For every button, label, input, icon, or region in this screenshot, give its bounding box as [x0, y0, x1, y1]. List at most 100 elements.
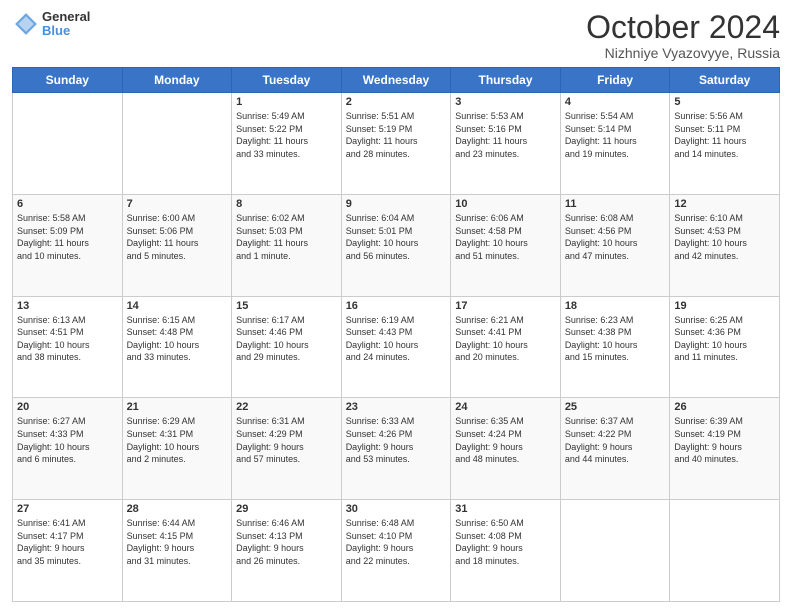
day-number: 15	[236, 300, 337, 312]
day-info: Sunrise: 6:50 AM Sunset: 4:08 PM Dayligh…	[455, 517, 556, 567]
calendar-cell: 8Sunrise: 6:02 AM Sunset: 5:03 PM Daylig…	[232, 194, 342, 296]
day-number: 22	[236, 401, 337, 413]
day-number: 1	[236, 96, 337, 108]
day-number: 20	[17, 401, 118, 413]
day-info: Sunrise: 6:35 AM Sunset: 4:24 PM Dayligh…	[455, 415, 556, 465]
day-number: 13	[17, 300, 118, 312]
calendar-cell: 7 Sunrise: 6:00 AM Sunset: 5:06 PM Daylig…	[122, 194, 232, 296]
day-info: Sunrise: 6:41 AM Sunset: 4:17 PM Dayligh…	[17, 517, 118, 567]
calendar-cell: 29 Sunrise: 6:46 AM Sunset: 4:13 PM Dayli…	[232, 500, 342, 602]
calendar-cell: 25Sunrise: 6:37 AM Sunset: 4:22 PM Dayli…	[560, 398, 670, 500]
calendar-week-1: 1 Sunrise: 5:49 AM Sunset: 5:22 PM Daylig…	[13, 93, 780, 195]
day-number: 31	[455, 503, 556, 515]
day-info: Sunrise: 6:46 AM Sunset: 4:13 PM Dayligh…	[236, 517, 337, 567]
day-info: Sunrise: 6:31 AM Sunset: 4:29 PM Dayligh…	[236, 415, 337, 465]
day-number: 30	[346, 503, 447, 515]
calendar-cell: 4Sunrise: 5:54 AM Sunset: 5:14 PM Daylig…	[560, 93, 670, 195]
day-info: Sunrise: 6:13 AM Sunset: 4:51 PM Dayligh…	[17, 314, 118, 364]
calendar-cell: 27 Sunrise: 6:41 AM Sunset: 4:17 PM Dayli…	[13, 500, 123, 602]
calendar-cell: 13 Sunrise: 6:13 AM Sunset: 4:51 PM Dayli…	[13, 296, 123, 398]
calendar-cell: 9Sunrise: 6:04 AM Sunset: 5:01 PM Daylig…	[341, 194, 451, 296]
calendar-cell: 23Sunrise: 6:33 AM Sunset: 4:26 PM Dayli…	[341, 398, 451, 500]
day-number: 16	[346, 300, 447, 312]
calendar-cell: 10 Sunrise: 6:06 AM Sunset: 4:58 PM Dayli…	[451, 194, 561, 296]
day-number: 29	[236, 503, 337, 515]
day-info: Sunrise: 6:21 AM Sunset: 4:41 PM Dayligh…	[455, 314, 556, 364]
day-info: Sunrise: 6:06 AM Sunset: 4:58 PM Dayligh…	[455, 212, 556, 262]
calendar-cell: 26 Sunrise: 6:39 AM Sunset: 4:19 PM Dayli…	[670, 398, 780, 500]
day-number: 11	[565, 198, 666, 210]
calendar-cell: 17 Sunrise: 6:21 AM Sunset: 4:41 PM Dayli…	[451, 296, 561, 398]
day-info: Sunrise: 6:19 AM Sunset: 4:43 PM Dayligh…	[346, 314, 447, 364]
day-number: 23	[346, 401, 447, 413]
weekday-header-tuesday: Tuesday	[232, 68, 342, 93]
day-number: 7	[127, 198, 228, 210]
calendar-cell: 18Sunrise: 6:23 AM Sunset: 4:38 PM Dayli…	[560, 296, 670, 398]
calendar-cell: 1 Sunrise: 5:49 AM Sunset: 5:22 PM Daylig…	[232, 93, 342, 195]
day-info: Sunrise: 5:58 AM Sunset: 5:09 PM Dayligh…	[17, 212, 118, 262]
logo-text: General Blue	[42, 10, 90, 39]
day-info: Sunrise: 5:49 AM Sunset: 5:22 PM Dayligh…	[236, 110, 337, 160]
calendar-cell: 31 Sunrise: 6:50 AM Sunset: 4:08 PM Dayli…	[451, 500, 561, 602]
day-info: Sunrise: 6:23 AM Sunset: 4:38 PM Dayligh…	[565, 314, 666, 364]
subtitle: Nizhniye Vyazovyye, Russia	[586, 45, 780, 61]
calendar-cell: 12 Sunrise: 6:10 AM Sunset: 4:53 PM Dayli…	[670, 194, 780, 296]
calendar-cell: 30 Sunrise: 6:48 AM Sunset: 4:10 PM Dayli…	[341, 500, 451, 602]
day-info: Sunrise: 6:44 AM Sunset: 4:15 PM Dayligh…	[127, 517, 228, 567]
calendar-cell: 2 Sunrise: 5:51 AM Sunset: 5:19 PM Daylig…	[341, 93, 451, 195]
day-info: Sunrise: 6:04 AM Sunset: 5:01 PM Dayligh…	[346, 212, 447, 262]
weekday-header-sunday: Sunday	[13, 68, 123, 93]
day-info: Sunrise: 5:56 AM Sunset: 5:11 PM Dayligh…	[674, 110, 775, 160]
day-info: Sunrise: 6:25 AM Sunset: 4:36 PM Dayligh…	[674, 314, 775, 364]
calendar-cell: 19 Sunrise: 6:25 AM Sunset: 4:36 PM Dayli…	[670, 296, 780, 398]
calendar-cell: 6 Sunrise: 5:58 AM Sunset: 5:09 PM Daylig…	[13, 194, 123, 296]
day-number: 26	[674, 401, 775, 413]
weekday-header-thursday: Thursday	[451, 68, 561, 93]
calendar-cell: 5Sunrise: 5:56 AM Sunset: 5:11 PM Daylig…	[670, 93, 780, 195]
day-info: Sunrise: 6:48 AM Sunset: 4:10 PM Dayligh…	[346, 517, 447, 567]
day-number: 17	[455, 300, 556, 312]
day-number: 27	[17, 503, 118, 515]
day-info: Sunrise: 6:17 AM Sunset: 4:46 PM Dayligh…	[236, 314, 337, 364]
day-number: 3	[455, 96, 556, 108]
day-number: 24	[455, 401, 556, 413]
page: General Blue October 2024 Nizhniye Vyazo…	[0, 0, 792, 612]
calendar-week-3: 13 Sunrise: 6:13 AM Sunset: 4:51 PM Dayli…	[13, 296, 780, 398]
calendar-cell: 22 Sunrise: 6:31 AM Sunset: 4:29 PM Dayli…	[232, 398, 342, 500]
header: General Blue October 2024 Nizhniye Vyazo…	[12, 10, 780, 61]
logo-line1: General	[42, 10, 90, 24]
day-info: Sunrise: 5:51 AM Sunset: 5:19 PM Dayligh…	[346, 110, 447, 160]
calendar-week-4: 20 Sunrise: 6:27 AM Sunset: 4:33 PM Dayli…	[13, 398, 780, 500]
weekday-header-row: SundayMondayTuesdayWednesdayThursdayFrid…	[13, 68, 780, 93]
day-number: 28	[127, 503, 228, 515]
day-number: 6	[17, 198, 118, 210]
calendar-week-5: 27 Sunrise: 6:41 AM Sunset: 4:17 PM Dayli…	[13, 500, 780, 602]
calendar-cell: 28 Sunrise: 6:44 AM Sunset: 4:15 PM Dayli…	[122, 500, 232, 602]
logo-icon	[12, 10, 40, 38]
day-info: Sunrise: 6:02 AM Sunset: 5:03 PM Dayligh…	[236, 212, 337, 262]
weekday-header-friday: Friday	[560, 68, 670, 93]
day-number: 10	[455, 198, 556, 210]
day-number: 2	[346, 96, 447, 108]
title-area: October 2024 Nizhniye Vyazovyye, Russia	[586, 10, 780, 61]
calendar-table: SundayMondayTuesdayWednesdayThursdayFrid…	[12, 67, 780, 602]
day-info: Sunrise: 6:10 AM Sunset: 4:53 PM Dayligh…	[674, 212, 775, 262]
day-number: 4	[565, 96, 666, 108]
weekday-header-monday: Monday	[122, 68, 232, 93]
calendar-cell: 11Sunrise: 6:08 AM Sunset: 4:56 PM Dayli…	[560, 194, 670, 296]
calendar-cell: 20 Sunrise: 6:27 AM Sunset: 4:33 PM Dayli…	[13, 398, 123, 500]
calendar-cell	[670, 500, 780, 602]
day-info: Sunrise: 6:39 AM Sunset: 4:19 PM Dayligh…	[674, 415, 775, 465]
day-number: 21	[127, 401, 228, 413]
calendar-cell: 14Sunrise: 6:15 AM Sunset: 4:48 PM Dayli…	[122, 296, 232, 398]
weekday-header-wednesday: Wednesday	[341, 68, 451, 93]
calendar-cell: 16 Sunrise: 6:19 AM Sunset: 4:43 PM Dayli…	[341, 296, 451, 398]
day-number: 12	[674, 198, 775, 210]
day-info: Sunrise: 6:29 AM Sunset: 4:31 PM Dayligh…	[127, 415, 228, 465]
weekday-header-saturday: Saturday	[670, 68, 780, 93]
day-info: Sunrise: 6:00 AM Sunset: 5:06 PM Dayligh…	[127, 212, 228, 262]
calendar-week-2: 6 Sunrise: 5:58 AM Sunset: 5:09 PM Daylig…	[13, 194, 780, 296]
day-number: 19	[674, 300, 775, 312]
day-info: Sunrise: 6:27 AM Sunset: 4:33 PM Dayligh…	[17, 415, 118, 465]
calendar-cell: 21 Sunrise: 6:29 AM Sunset: 4:31 PM Dayli…	[122, 398, 232, 500]
